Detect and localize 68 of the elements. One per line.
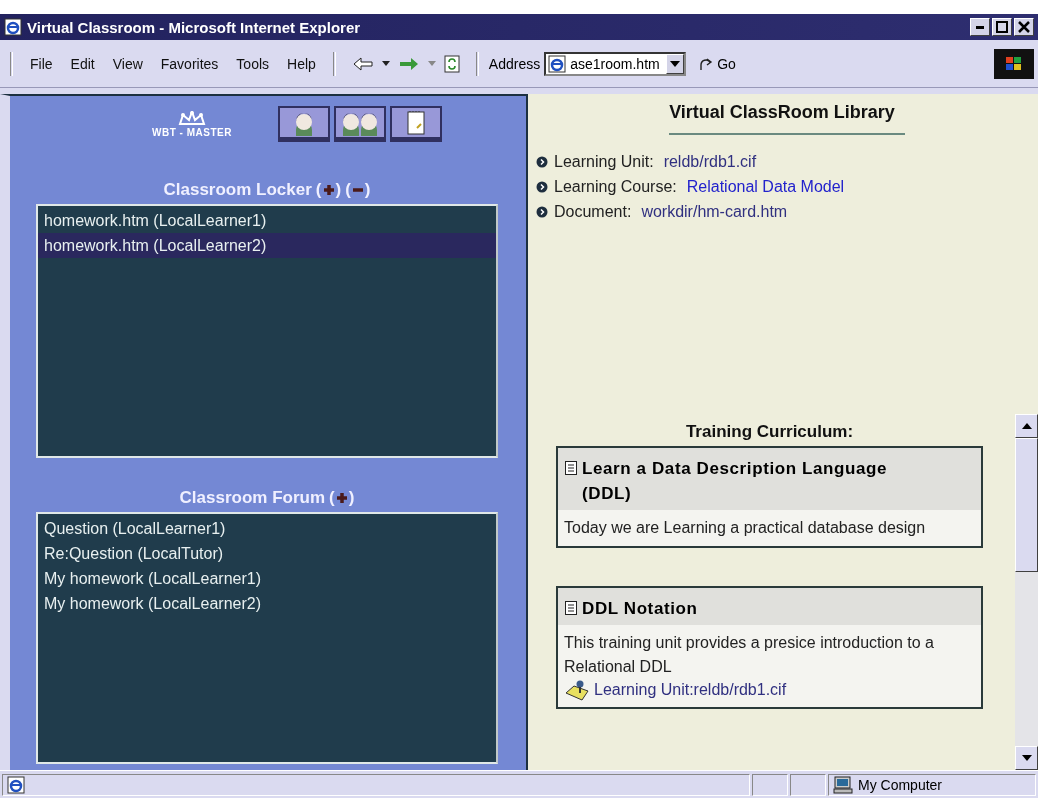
info-link[interactable]: workdir/hm-card.htm <box>641 202 788 221</box>
document-icon <box>564 600 578 616</box>
info-label: Learning Unit: <box>554 152 654 171</box>
windows-flag-icon <box>1005 55 1023 72</box>
menu-item[interactable]: View <box>105 53 150 74</box>
info-link[interactable]: reldb/rdb1.cif <box>663 152 757 171</box>
curriculum-title: Training Curriculum: <box>684 422 855 442</box>
maximize-button[interactable] <box>992 18 1012 36</box>
unit-description: Today we are Learning a practical database design <box>564 518 927 538</box>
notepad-button[interactable] <box>389 106 442 142</box>
library-title: Virtual ClassRoom Library <box>668 102 896 123</box>
people-button[interactable] <box>333 106 386 142</box>
address-label: Address <box>488 55 541 72</box>
menu-item[interactable]: Tools <box>229 53 277 74</box>
menu-item[interactable]: Help <box>280 53 323 74</box>
back-arrow-icon <box>351 56 374 71</box>
minimize-icon <box>976 25 984 29</box>
dropdown-caret-icon <box>427 61 436 66</box>
panel-title: Classroom Locker <box>163 180 312 200</box>
menu-item[interactable]: File <box>23 53 60 74</box>
list-item[interactable]: My homework (LocalLearner2) <box>38 591 496 616</box>
bullet-icon <box>536 205 548 218</box>
scroll-down-icon <box>1021 755 1032 761</box>
address-field[interactable]: ase1room.htm <box>544 51 687 76</box>
folder-pin-icon <box>564 679 590 701</box>
list-item[interactable]: Question (LocalLearner1) <box>38 516 496 541</box>
refresh-icon <box>443 54 460 73</box>
close-icon <box>1018 21 1030 33</box>
plus-icon <box>322 184 335 196</box>
scrollbar[interactable] <box>1015 414 1038 770</box>
list-item[interactable]: homework.htm (LocalLearner2) <box>38 233 496 258</box>
status-pane <box>790 773 826 796</box>
info-label: Document: <box>554 202 632 221</box>
dropdown-caret-icon <box>381 61 390 66</box>
unit-title: DDL Notation <box>582 598 698 620</box>
minimize-button[interactable] <box>970 18 990 36</box>
person-button[interactable] <box>277 106 330 142</box>
window-title: Virtual Classroom - Microsoft Internet Explorer <box>27 18 362 36</box>
go-button[interactable]: Go <box>690 53 744 74</box>
list-item[interactable]: My homework (LocalLearner1) <box>38 566 496 591</box>
panel-title: Classroom Forum <box>179 488 326 508</box>
unit-link[interactable]: Learning Unit:reldb/rdb1.cif <box>594 681 787 699</box>
bullet-icon <box>536 180 548 193</box>
list-item[interactable]: Re:Question (LocalTutor) <box>38 541 496 566</box>
page-icon <box>7 775 25 794</box>
plus-icon <box>335 492 348 504</box>
logo-text: WBT - MASTER <box>152 126 232 138</box>
scroll-up-icon <box>1021 423 1032 429</box>
forward-arrow-icon <box>397 56 420 71</box>
unit-title: Learn a Data Description Language (DDL) <box>582 458 889 505</box>
info-link[interactable]: Relational Data Model <box>686 177 845 196</box>
menu-item[interactable]: Edit <box>63 53 102 74</box>
browser-icon <box>4 18 22 36</box>
document-icon <box>564 460 578 476</box>
menu-item[interactable]: Favorites <box>153 53 226 74</box>
zone-label: My Computer <box>858 776 943 793</box>
info-label: Learning Course: <box>554 177 677 196</box>
unit-description: This training unit provides a presice introduction to a Relational DDL <box>564 633 935 677</box>
computer-icon <box>833 775 853 794</box>
bullet-icon <box>536 155 548 168</box>
notepad-icon <box>405 109 426 136</box>
crown-logo-icon <box>177 110 207 127</box>
maximize-icon <box>996 21 1008 33</box>
list-item[interactable]: homework.htm (LocalLearner1) <box>38 208 496 233</box>
status-pane <box>752 773 788 796</box>
close-button[interactable] <box>1014 18 1034 36</box>
page-icon <box>548 54 567 73</box>
dropdown-caret-icon <box>670 60 681 67</box>
